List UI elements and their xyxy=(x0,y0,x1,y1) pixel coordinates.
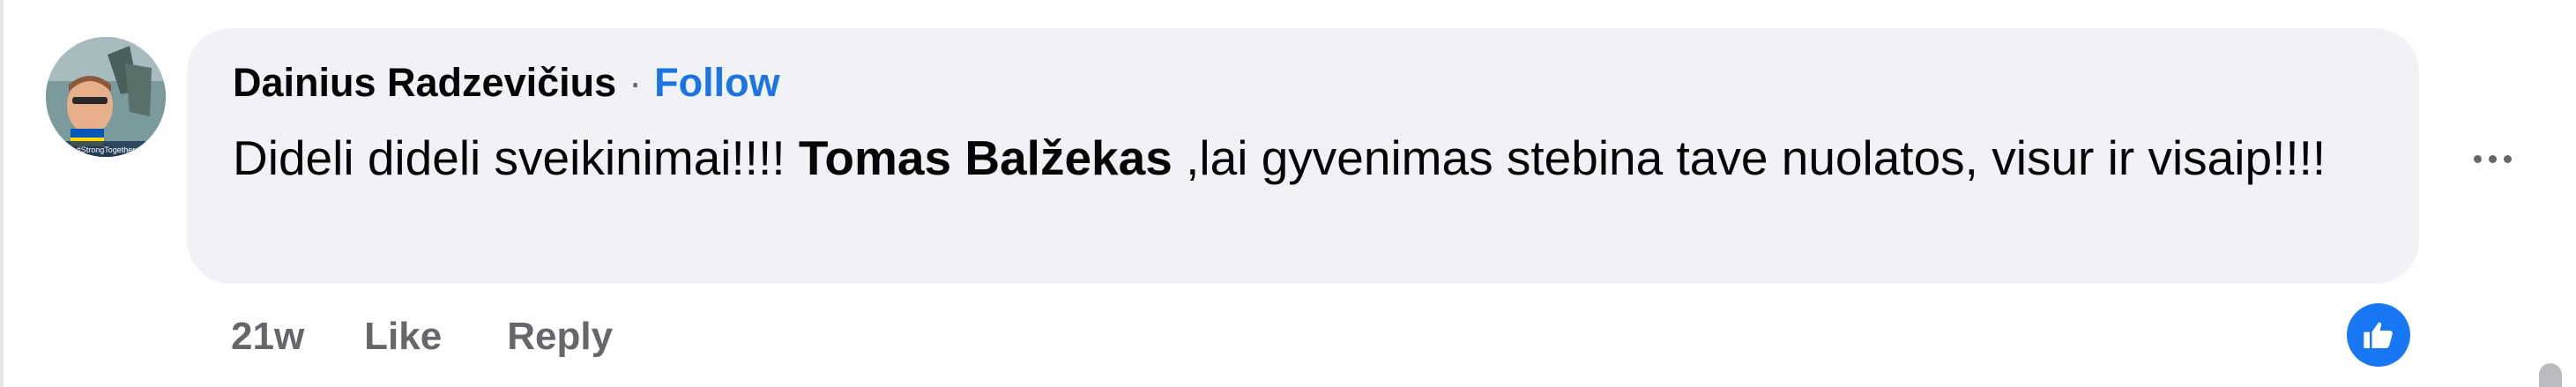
avatar-image: #StrongTogether xyxy=(46,37,166,157)
mention-link[interactable]: Tomas Balžekas xyxy=(799,130,1173,185)
reply-button[interactable]: Reply xyxy=(507,315,613,359)
more-dot xyxy=(2488,154,2497,163)
avatar[interactable]: #StrongTogether xyxy=(46,37,166,157)
comment-text-before: Dideli dideli sveikinimai!!!! xyxy=(233,130,799,185)
reaction-summary[interactable] xyxy=(2341,298,2416,372)
thumbs-up-icon xyxy=(2347,303,2410,367)
thumbs-up-glyph xyxy=(2364,322,2393,348)
separator-dot: · xyxy=(629,60,643,105)
follow-button[interactable]: Follow xyxy=(654,60,779,106)
author-name[interactable]: Dainius Radzevičius xyxy=(233,60,616,106)
comment-header: Dainius Radzevičius · Follow xyxy=(233,56,780,109)
more-dot xyxy=(2503,154,2512,163)
comment-actions: 21w Like Reply xyxy=(231,310,678,363)
comment-timestamp[interactable]: 21w xyxy=(231,315,304,359)
ellipsis-horizontal-icon[interactable] xyxy=(2461,132,2523,185)
more-dot xyxy=(2473,154,2482,163)
comment-page: #StrongTogether Dainius Radzevičius · Fo… xyxy=(0,0,2576,387)
thread-line xyxy=(0,0,4,387)
comment-bubble: Dainius Radzevičius · Follow Dideli dide… xyxy=(187,28,2419,284)
like-button[interactable]: Like xyxy=(364,315,442,359)
comment-text: Dideli dideli sveikinimai!!!! Tomas Balž… xyxy=(233,125,2366,190)
scrollbar-thumb[interactable] xyxy=(2539,363,2562,387)
avatar-badge-text: #StrongTogether xyxy=(77,145,136,154)
comment-text-after: ,lai gyvenimas stebina tave nuolatos, vi… xyxy=(1172,130,2327,185)
